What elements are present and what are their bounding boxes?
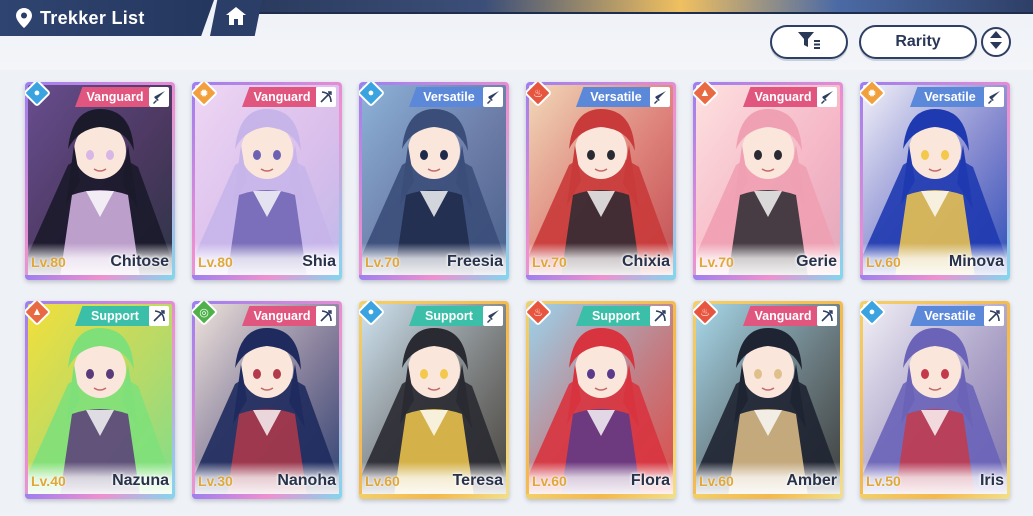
- trekker-card[interactable]: Support ▲ Lv.40 Nazuna: [25, 301, 175, 499]
- rarity-strip: [526, 275, 676, 280]
- sword-icon: [650, 87, 670, 107]
- trekker-card[interactable]: Versatile ● Lv.70 Freesia: [359, 82, 509, 280]
- trekker-name: Amber: [786, 472, 837, 489]
- bow-icon: [650, 306, 670, 326]
- trekker-level: Lv.60: [699, 473, 734, 489]
- rarity-strip: [359, 494, 509, 499]
- wind-icon: ◎: [192, 301, 219, 327]
- role-badge: Vanguard: [743, 306, 817, 326]
- sword-icon: [483, 87, 503, 107]
- trekker-level: Lv.80: [31, 254, 66, 270]
- trekker-card[interactable]: Vanguard ✹ Lv.80 Shia: [192, 82, 342, 280]
- rarity-strip: [860, 275, 1010, 280]
- role-badge: Versatile: [576, 87, 650, 107]
- earth-icon: ▲: [25, 301, 52, 327]
- trekker-card[interactable]: Vanguard ◎ Lv.30 Nanoha: [192, 301, 342, 499]
- role-badge: Vanguard: [75, 87, 149, 107]
- role-badge: Support: [409, 306, 483, 326]
- role-badge: Vanguard: [242, 87, 316, 107]
- trekker-name: Nazuna: [112, 472, 169, 489]
- trekker-card[interactable]: Vanguard ● Lv.80 Chitose: [25, 82, 175, 280]
- trekker-card[interactable]: Versatile ● Lv.50 Iris: [860, 301, 1010, 499]
- sword-icon: [817, 87, 837, 107]
- bow-icon: [316, 306, 336, 326]
- trekker-card[interactable]: Vanguard ♨ Lv.60 Amber: [693, 301, 843, 499]
- light-icon: ✹: [192, 82, 219, 108]
- fire-icon: ♨: [693, 301, 720, 327]
- bow-icon: [817, 306, 837, 326]
- trekker-name: Minova: [948, 253, 1004, 270]
- water-icon: ●: [860, 301, 887, 327]
- water-icon: ●: [359, 82, 386, 108]
- rarity-strip: [860, 494, 1010, 499]
- trekker-name: Freesia: [446, 253, 503, 270]
- trekker-name: Iris: [979, 472, 1004, 489]
- sword-icon: [483, 306, 503, 326]
- trekker-name: Teresa: [452, 472, 503, 489]
- trekker-grid: Vanguard ● Lv.80 Chitose Vanguard ✹ Lv.8…: [0, 0, 1033, 516]
- role-badge: Vanguard: [242, 306, 316, 326]
- rarity-strip: [693, 494, 843, 499]
- role-badge: Versatile: [910, 306, 984, 326]
- rarity-strip: [25, 275, 175, 280]
- trekker-name: Gerie: [796, 253, 837, 270]
- trekker-level: Lv.30: [198, 473, 233, 489]
- trekker-card[interactable]: Support ● Lv.60 Teresa: [359, 301, 509, 499]
- trekker-level: Lv.70: [699, 254, 734, 270]
- rarity-strip: [25, 494, 175, 499]
- role-badge: Versatile: [409, 87, 483, 107]
- trekker-card[interactable]: Versatile ✹ Lv.60 Minova: [860, 82, 1010, 280]
- role-badge: Support: [576, 306, 650, 326]
- fire-icon: ♨: [526, 301, 553, 327]
- trekker-name: Chixia: [621, 253, 670, 270]
- trekker-card[interactable]: Vanguard ▲ Lv.70 Gerie: [693, 82, 843, 280]
- trekker-level: Lv.60: [365, 473, 400, 489]
- rarity-strip: [192, 275, 342, 280]
- trekker-level: Lv.40: [31, 473, 66, 489]
- rarity-strip: [192, 494, 342, 499]
- role-badge: Versatile: [910, 87, 984, 107]
- earth-icon: ▲: [693, 82, 720, 108]
- role-badge: Vanguard: [743, 87, 817, 107]
- trekker-level: Lv.60: [866, 254, 901, 270]
- light-icon: ✹: [860, 82, 887, 108]
- sword-icon: [984, 87, 1004, 107]
- bow-icon: [316, 87, 336, 107]
- bow-icon: [149, 306, 169, 326]
- bow-icon: [984, 306, 1004, 326]
- sword-icon: [149, 87, 169, 107]
- rarity-strip: [526, 494, 676, 499]
- water-icon: ●: [359, 301, 386, 327]
- rarity-strip: [359, 275, 509, 280]
- trekker-name: Flora: [630, 472, 670, 489]
- trekker-card[interactable]: Versatile ♨ Lv.70 Chixia: [526, 82, 676, 280]
- trekker-name: Chitose: [110, 253, 169, 270]
- rarity-strip: [693, 275, 843, 280]
- water-icon: ●: [25, 82, 52, 108]
- trekker-level: Lv.80: [198, 254, 233, 270]
- trekker-card[interactable]: Support ♨ Lv.60 Flora: [526, 301, 676, 499]
- trekker-name: Shia: [302, 253, 336, 270]
- trekker-name: Nanoha: [277, 472, 336, 489]
- trekker-level: Lv.70: [365, 254, 400, 270]
- trekker-level: Lv.70: [532, 254, 567, 270]
- fire-icon: ♨: [526, 82, 553, 108]
- trekker-level: Lv.60: [532, 473, 567, 489]
- role-badge: Support: [75, 306, 149, 326]
- trekker-level: Lv.50: [866, 473, 901, 489]
